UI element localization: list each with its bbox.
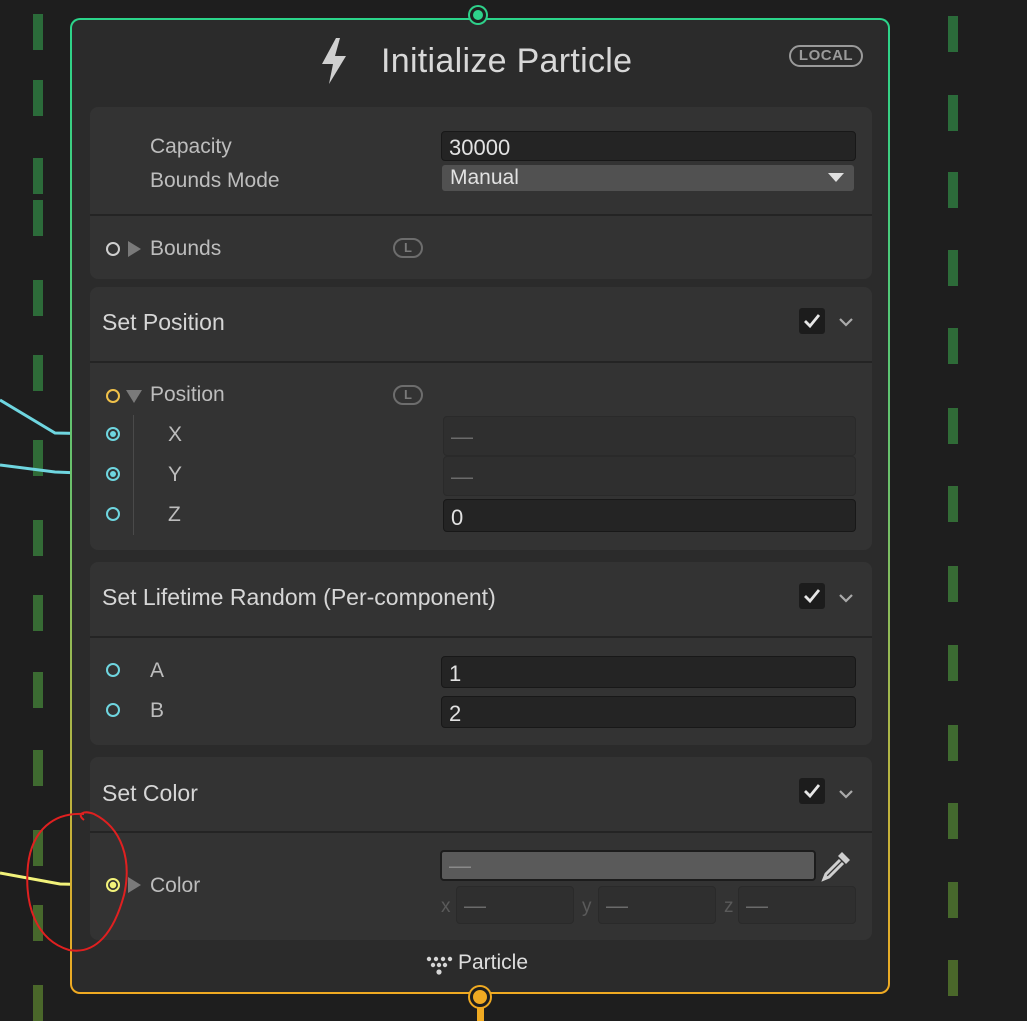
chevron-down-icon[interactable] — [838, 788, 854, 800]
lifetime-b-label: B — [150, 699, 165, 722]
checkmark-icon — [804, 589, 821, 604]
bounds-label: Bounds — [150, 237, 222, 260]
color-y-label: y — [582, 896, 592, 917]
lifetime-b-slot[interactable] — [106, 703, 120, 717]
lightning-icon — [322, 38, 346, 84]
position-y-slot[interactable] — [106, 467, 120, 481]
set-position-enabled-checkbox[interactable] — [799, 308, 825, 334]
position-z-slot[interactable] — [106, 507, 120, 521]
set-position-divider — [90, 361, 872, 363]
color-x-field[interactable]: — — [456, 886, 574, 924]
position-y-label: Y — [168, 463, 183, 486]
flow-input-port[interactable] — [470, 7, 486, 23]
bounds-space-badge[interactable]: L — [393, 238, 423, 258]
flow-output-wire — [477, 1005, 484, 1021]
color-swatch-field[interactable]: — — [440, 850, 816, 881]
lifetime-b-field[interactable]: 2 — [441, 696, 856, 728]
position-label: Position — [150, 383, 225, 406]
position-space-badge[interactable]: L — [393, 385, 423, 405]
set-color-title: Set Color — [102, 780, 198, 806]
dropdown-arrow-icon — [828, 173, 844, 182]
chevron-down-icon[interactable] — [838, 316, 854, 328]
color-x-label: x — [441, 896, 451, 917]
bounds-mode-label: Bounds Mode — [150, 169, 280, 192]
color-label: Color — [150, 874, 201, 897]
set-color-divider — [90, 831, 872, 833]
lifetime-a-label: A — [150, 659, 165, 682]
set-position-title: Set Position — [102, 309, 225, 335]
color-y-field[interactable]: — — [598, 886, 716, 924]
checkmark-icon — [804, 314, 821, 329]
footer-context-label: Particle — [458, 951, 529, 974]
position-z-field[interactable]: 0 — [443, 499, 856, 532]
position-y-field[interactable]: — — [443, 456, 856, 496]
position-x-slot[interactable]: .slot.filled::after{background:#6fd6e0} — [106, 427, 120, 441]
capacity-field[interactable]: 30000 — [441, 131, 856, 161]
space-badge[interactable]: LOCAL — [789, 45, 863, 67]
particle-icon — [426, 956, 453, 975]
bounds-mode-dropdown[interactable]: Manual — [442, 165, 854, 191]
settings-divider — [90, 214, 872, 216]
red-circle-annotation — [26, 811, 128, 952]
set-lifetime-divider — [90, 636, 872, 638]
chevron-down-icon[interactable] — [838, 592, 854, 604]
position-x-field[interactable]: — — [443, 416, 856, 456]
checkmark-icon — [804, 784, 821, 799]
lifetime-a-slot[interactable] — [106, 663, 120, 677]
color-z-label: z — [724, 896, 734, 917]
node-title: Initialize Particle — [381, 42, 633, 80]
set-color-enabled-checkbox[interactable] — [799, 778, 825, 804]
color-z-field[interactable]: — — [738, 886, 856, 924]
position-input-slot[interactable] — [106, 389, 120, 403]
bounds-expand-icon[interactable] — [128, 241, 141, 257]
position-children-guide — [133, 415, 134, 535]
eyedropper-icon[interactable] — [820, 848, 854, 882]
bounds-input-slot[interactable] — [106, 242, 120, 256]
flow-output-port[interactable] — [470, 987, 490, 1007]
lifetime-a-field[interactable]: 1 — [441, 656, 856, 688]
position-x-label: X — [168, 423, 183, 446]
position-z-label: Z — [168, 503, 181, 526]
position-collapse-icon[interactable] — [126, 390, 142, 403]
bounds-mode-value: Manual — [450, 166, 519, 189]
capacity-label: Capacity — [150, 135, 232, 158]
set-lifetime-enabled-checkbox[interactable] — [799, 583, 825, 609]
set-lifetime-title: Set Lifetime Random (Per-component) — [102, 584, 496, 610]
